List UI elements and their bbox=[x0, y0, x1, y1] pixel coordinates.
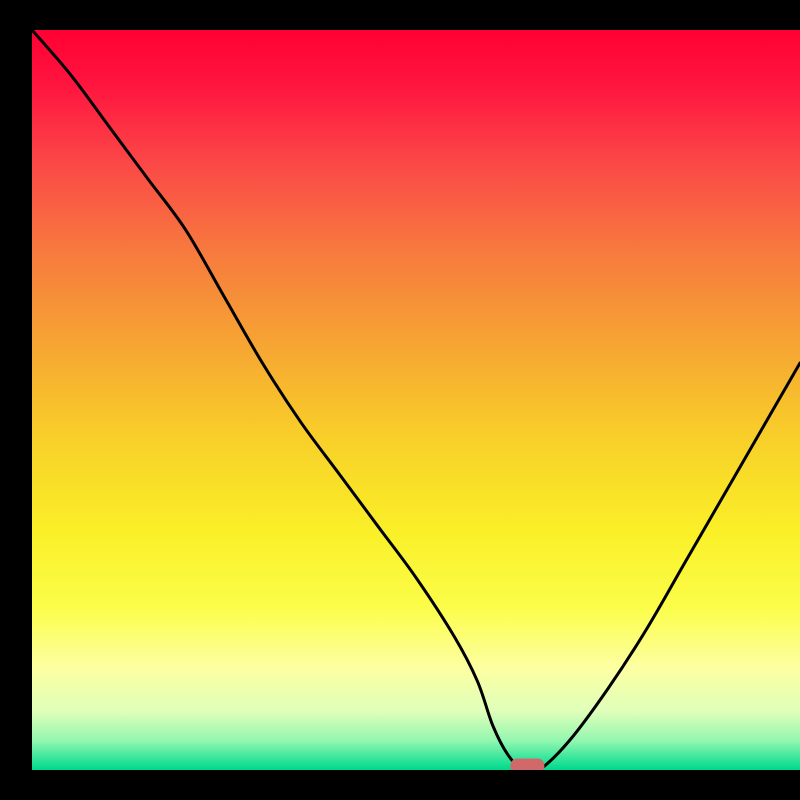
plot-background bbox=[32, 30, 800, 770]
chart-stage: TheBottleneck.com bbox=[0, 0, 800, 800]
top-border bbox=[0, 0, 800, 30]
left-border bbox=[0, 0, 32, 800]
bottleneck-chart bbox=[0, 0, 800, 800]
bottom-border bbox=[0, 770, 800, 800]
